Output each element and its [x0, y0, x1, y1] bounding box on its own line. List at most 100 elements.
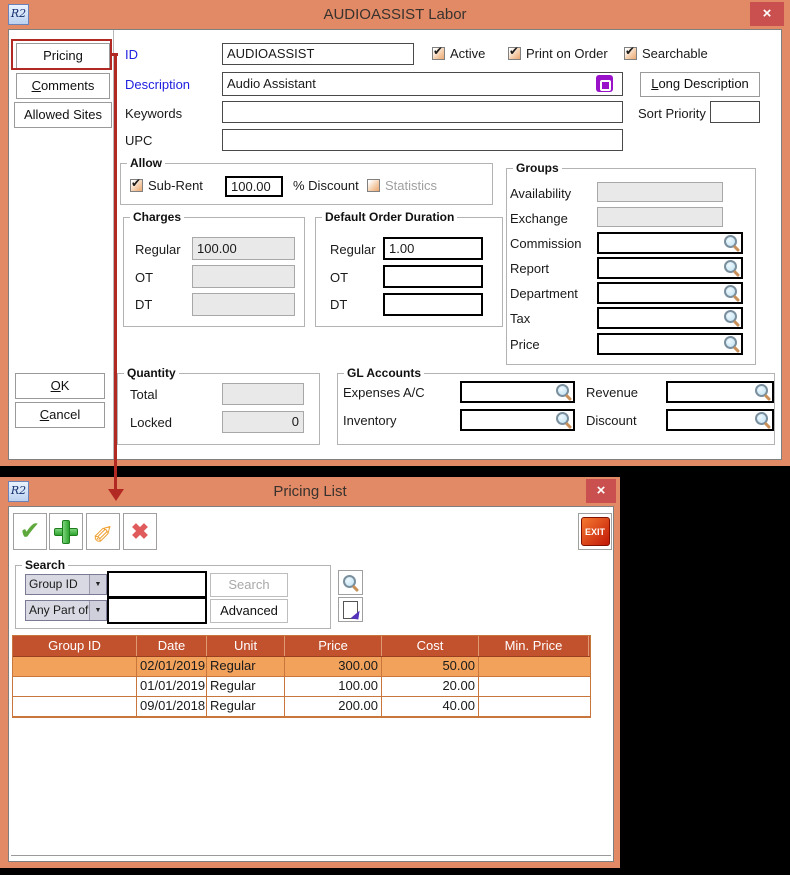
sub-rent-checkbox[interactable]: ✔: [130, 179, 143, 192]
search-button[interactable]: Search: [210, 573, 288, 597]
sidebar-item-allowed-sites[interactable]: Allowed Sites: [14, 102, 112, 128]
search-input[interactable]: [107, 571, 207, 598]
labor-window-content: Pricing Comments Allowed Sites OK Cancel…: [8, 29, 782, 460]
column-header-price[interactable]: Price: [285, 636, 382, 656]
lookup-icon[interactable]: [754, 383, 771, 400]
lookup-icon[interactable]: [555, 411, 572, 428]
charges-regular-field: 100.00: [192, 237, 295, 260]
commission-field[interactable]: [597, 232, 743, 254]
chevron-down-icon[interactable]: ▼: [89, 601, 106, 620]
close-icon[interactable]: ×: [586, 479, 616, 503]
lookup-icon[interactable]: [723, 259, 740, 276]
table-row[interactable]: 01/01/2019 Regular 100.00 20.00: [13, 677, 590, 697]
upc-field[interactable]: [222, 129, 623, 151]
check-icon: ✔: [509, 44, 519, 58]
duration-regular-field[interactable]: 1.00: [383, 237, 483, 260]
groups-group-title: Groups: [513, 161, 562, 175]
charges-dt-label: DT: [135, 297, 152, 312]
lookup-icon[interactable]: [723, 284, 740, 301]
column-header-group-id[interactable]: Group ID: [13, 636, 137, 656]
gl-accounts-group-title: GL Accounts: [344, 366, 424, 380]
report-field[interactable]: [597, 257, 743, 279]
description-field[interactable]: Audio Assistant: [222, 72, 623, 96]
price-field[interactable]: [597, 333, 743, 355]
search-match-dropdown[interactable]: Any Part of ... ▼: [25, 600, 107, 621]
sort-priority-field[interactable]: [710, 101, 760, 123]
advanced-search-icon-button[interactable]: [338, 597, 363, 622]
active-checkbox[interactable]: ✔: [432, 47, 445, 60]
discount-field[interactable]: 100.00: [225, 176, 283, 197]
add-button[interactable]: [49, 513, 83, 550]
id-label: ID: [125, 47, 138, 62]
cell-cost: 50.00: [382, 657, 479, 676]
delete-button[interactable]: ✖: [123, 513, 157, 550]
search-group-title: Search: [22, 558, 68, 572]
column-header-cost[interactable]: Cost: [382, 636, 479, 656]
tax-label: Tax: [510, 311, 530, 326]
print-on-order-checkbox[interactable]: ✔: [508, 47, 521, 60]
pricing-table: Group ID Date Unit Price Cost Min. Price…: [12, 635, 591, 718]
search-icon-button[interactable]: [338, 570, 363, 595]
cancel-button[interactable]: Cancel: [15, 402, 105, 428]
cell-group-id: [13, 697, 137, 716]
duration-ot-field[interactable]: [383, 265, 483, 288]
lookup-icon[interactable]: [723, 335, 740, 352]
tax-field[interactable]: [597, 307, 743, 329]
searchable-label: Searchable: [642, 46, 708, 61]
chevron-down-icon[interactable]: ▼: [89, 575, 106, 594]
cell-group-id: [13, 657, 137, 676]
department-label: Department: [510, 286, 578, 301]
expenses-label: Expenses A/C: [343, 385, 425, 400]
description-expand-icon[interactable]: [596, 75, 613, 92]
sidebar-item-comments[interactable]: Comments: [16, 73, 110, 99]
keywords-field[interactable]: [222, 101, 623, 123]
cell-price: 100.00: [285, 677, 382, 696]
keywords-label: Keywords: [125, 106, 182, 121]
searchable-checkbox[interactable]: ✔: [624, 47, 637, 60]
revenue-label: Revenue: [586, 385, 638, 400]
long-description-button[interactable]: Long Description: [640, 72, 760, 97]
lookup-icon[interactable]: [555, 383, 572, 400]
id-field[interactable]: AUDIOASSIST: [222, 43, 414, 65]
lookup-icon[interactable]: [754, 411, 771, 428]
cell-date: 01/01/2019: [137, 677, 207, 696]
sort-priority-label: Sort Priority: [638, 106, 706, 121]
total-label: Total: [130, 387, 157, 402]
lookup-icon[interactable]: [723, 234, 740, 251]
department-field[interactable]: [597, 282, 743, 304]
approve-button[interactable]: ✔: [13, 513, 47, 550]
table-header-row: Group ID Date Unit Price Cost Min. Price: [13, 636, 590, 657]
total-field: [222, 383, 304, 405]
ok-button[interactable]: OK: [15, 373, 105, 399]
cell-price: 200.00: [285, 697, 382, 716]
column-header-min-price[interactable]: Min. Price: [479, 636, 589, 656]
check-icon: ✔: [433, 44, 443, 58]
check-icon: ✔: [625, 44, 635, 58]
search-field-dropdown[interactable]: Group ID ▼: [25, 574, 107, 595]
advanced-button[interactable]: Advanced: [210, 599, 288, 623]
close-icon[interactable]: ×: [750, 2, 784, 26]
charges-ot-label: OT: [135, 270, 153, 285]
discount-label: % Discount: [293, 178, 359, 193]
gl-discount-label: Discount: [586, 413, 637, 428]
labor-window-titlebar[interactable]: R2 AUDIOASSIST Labor ×: [0, 0, 790, 29]
allow-group-title: Allow: [127, 156, 165, 170]
table-row-selected[interactable]: 02/01/2019 Regular 300.00 50.00: [13, 657, 590, 677]
column-header-unit[interactable]: Unit: [207, 636, 285, 656]
screen: R2 AUDIOASSIST Labor × Pricing Comments …: [0, 0, 790, 875]
edit-button[interactable]: ✎: [86, 513, 120, 550]
column-header-date[interactable]: Date: [137, 636, 207, 656]
search-match-input[interactable]: [107, 597, 207, 624]
sub-rent-label: Sub-Rent: [148, 178, 203, 193]
duration-dt-field[interactable]: [383, 293, 483, 316]
description-label: Description: [125, 77, 190, 92]
search-field-dropdown-value: Group ID: [26, 575, 89, 594]
commission-label: Commission: [510, 236, 582, 251]
exit-button[interactable]: EXIT: [578, 513, 612, 550]
table-row[interactable]: 09/01/2018 Regular 200.00 40.00: [13, 697, 590, 717]
cell-cost: 20.00: [382, 677, 479, 696]
pricing-window-titlebar[interactable]: R2 Pricing List ×: [0, 477, 620, 506]
print-on-order-label: Print on Order: [526, 46, 608, 61]
annotation-highlight-box: [11, 39, 112, 70]
lookup-icon[interactable]: [723, 309, 740, 326]
